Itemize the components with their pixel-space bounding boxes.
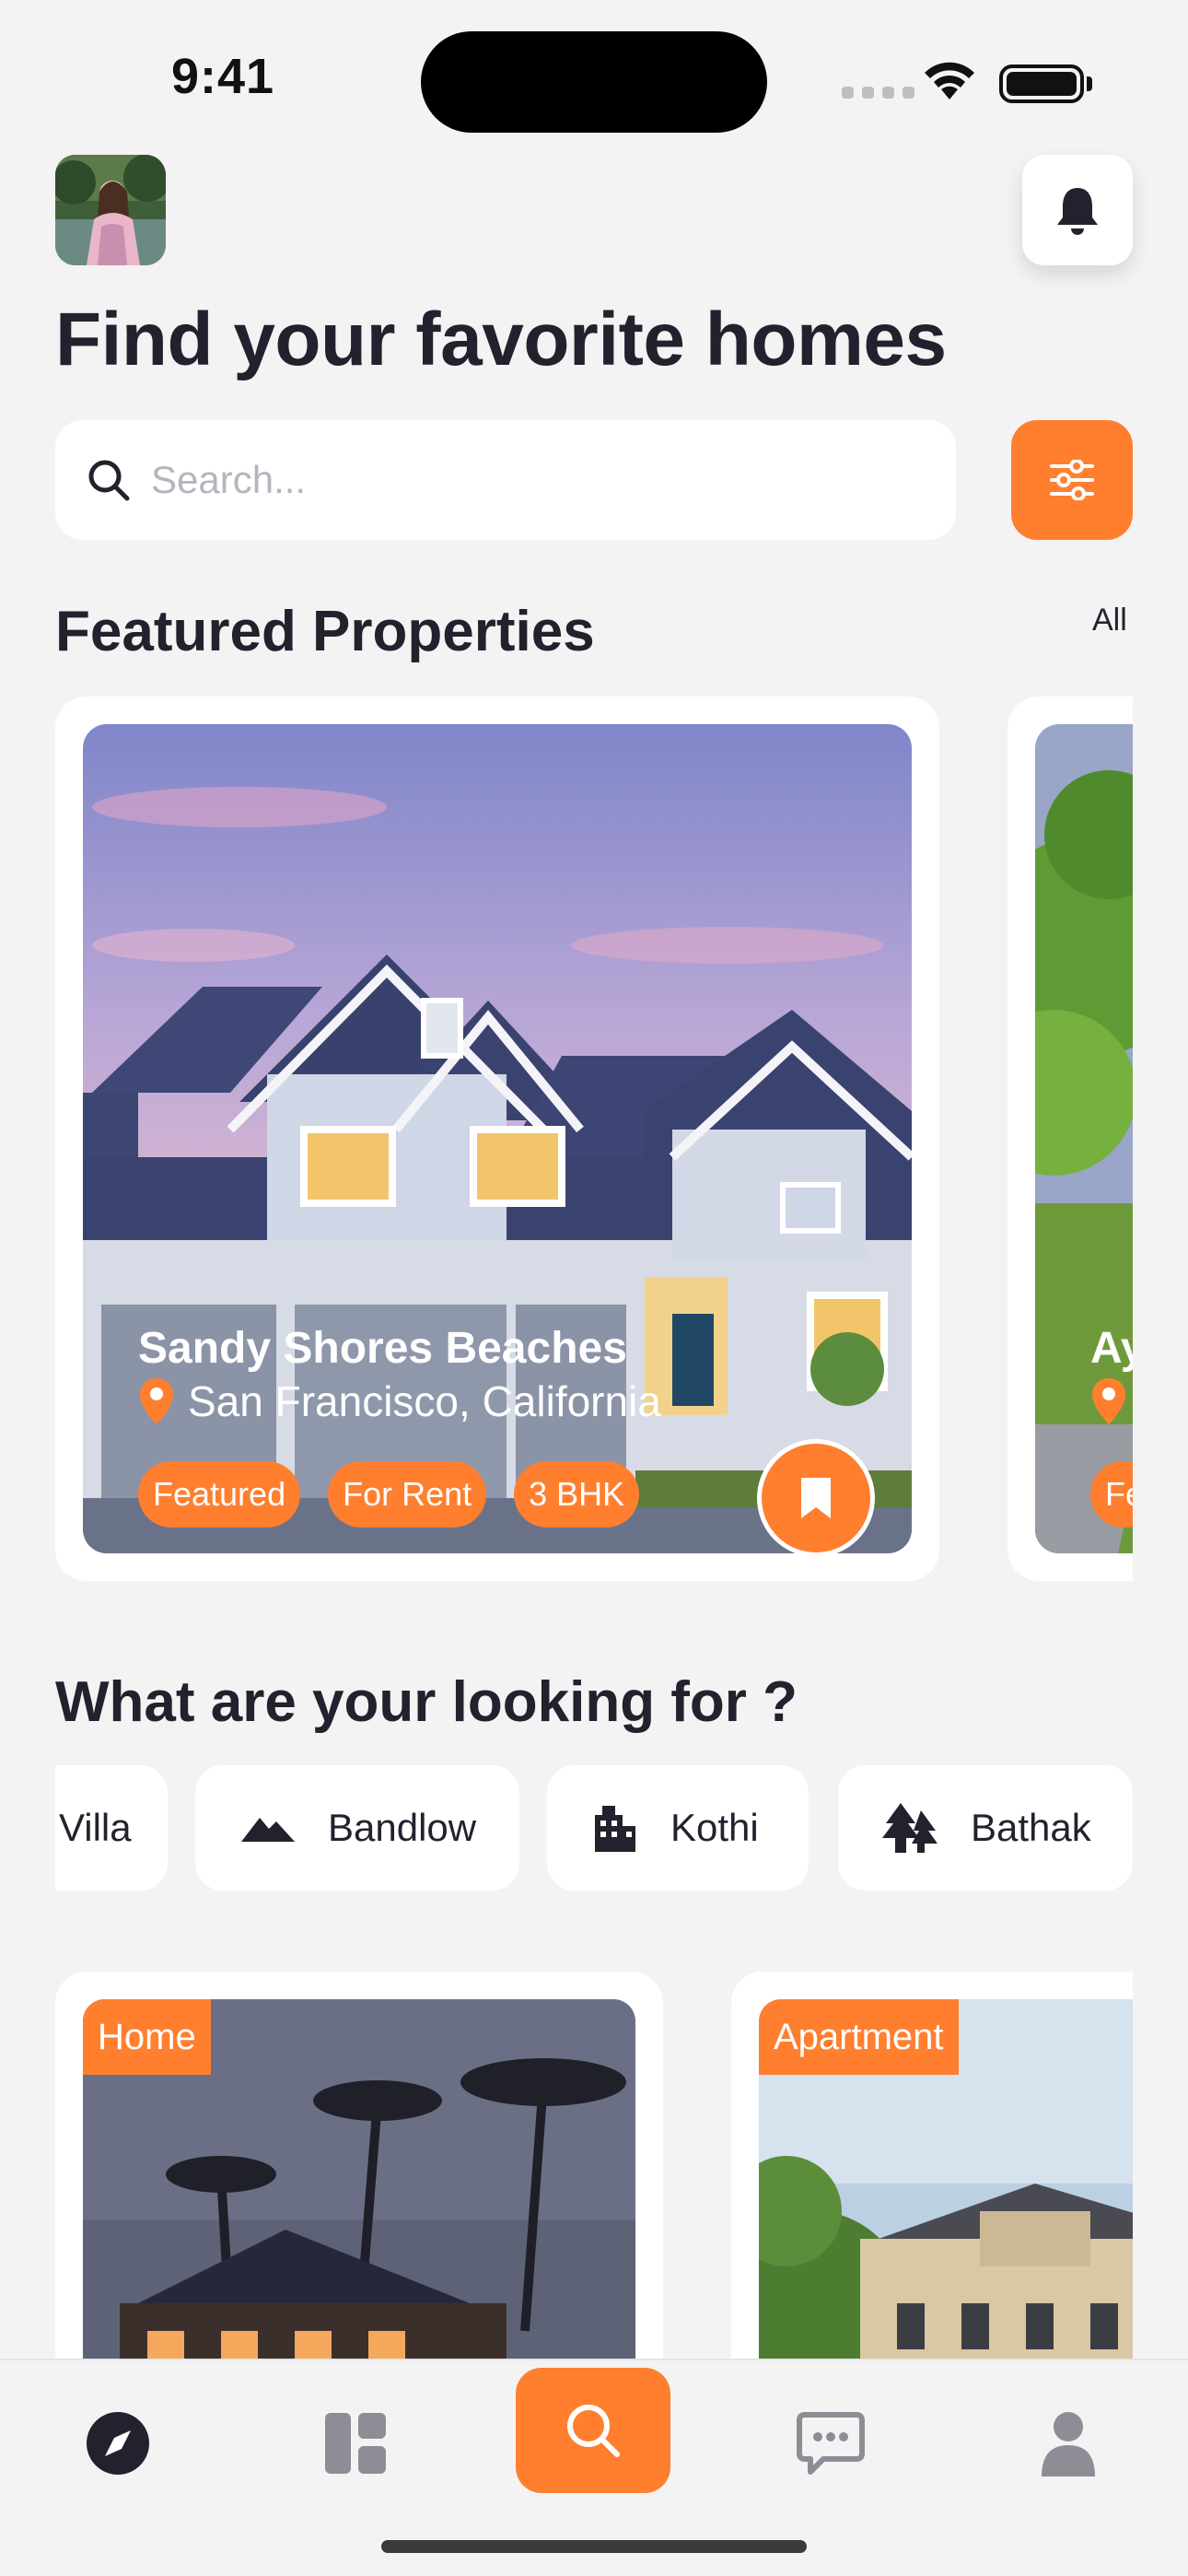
category-label: Bandlow bbox=[328, 1806, 477, 1849]
battery-icon bbox=[999, 64, 1084, 103]
featured-card[interactable]: Ay Fe bbox=[1007, 697, 1133, 1581]
wifi-icon bbox=[925, 62, 974, 100]
bookmark-button[interactable] bbox=[757, 1439, 875, 1553]
app-screen: 9:41 Find your favorite homes Search... … bbox=[0, 0, 1188, 2576]
status-time: 9:41 bbox=[171, 49, 275, 104]
cellular-signal-icon bbox=[842, 87, 914, 99]
dynamic-island bbox=[421, 31, 767, 133]
search-box[interactable] bbox=[55, 420, 956, 540]
mountain-icon bbox=[241, 1818, 295, 1842]
tag-bhk: 3 BHK bbox=[514, 1461, 640, 1528]
page-title: Find your favorite homes bbox=[55, 298, 947, 381]
type-label-apartment: Apartment bbox=[759, 1999, 959, 2075]
property-photo: Ay Fe bbox=[1035, 724, 1133, 1553]
property-tags: Featured For Rent 3 BHK bbox=[138, 1461, 640, 1528]
location-pin-icon bbox=[140, 1378, 173, 1424]
tab-dashboard[interactable] bbox=[309, 2397, 402, 2489]
featured-card[interactable]: Sandy Shores Beaches San Francisco, Cali… bbox=[55, 697, 939, 1581]
compass-icon bbox=[87, 2412, 149, 2475]
category-bandlow[interactable]: Bandlow bbox=[195, 1765, 519, 1891]
category-scroller[interactable]: Villa Bandlow Kothi Bathak bbox=[55, 1765, 1133, 1891]
profile-icon bbox=[1042, 2412, 1095, 2476]
trees-icon bbox=[882, 1803, 938, 1853]
filter-button[interactable] bbox=[1011, 420, 1133, 540]
tab-messages[interactable] bbox=[785, 2397, 877, 2489]
bookmark-icon bbox=[801, 1478, 831, 1518]
category-label: Kothi bbox=[670, 1806, 759, 1849]
search-input[interactable] bbox=[151, 458, 906, 502]
bell-icon bbox=[1057, 188, 1098, 235]
type-label-home: Home bbox=[83, 1999, 211, 2075]
tag-for-rent: For Rent bbox=[328, 1461, 487, 1528]
category-label: Bathak bbox=[971, 1806, 1091, 1849]
location-text: San Francisco, California bbox=[188, 1377, 661, 1425]
category-kothi[interactable]: Kothi bbox=[547, 1765, 809, 1891]
featured-section-title: Featured Properties bbox=[55, 600, 595, 663]
tab-search[interactable] bbox=[516, 2368, 670, 2493]
category-label: Villa bbox=[59, 1806, 132, 1849]
tab-profile[interactable] bbox=[1022, 2397, 1114, 2489]
location-pin-icon bbox=[1092, 1378, 1125, 1424]
avatar[interactable] bbox=[55, 155, 166, 265]
tag-featured: Fe bbox=[1090, 1461, 1133, 1528]
property-location bbox=[1090, 1376, 1127, 1426]
property-name: Sandy Shores Beaches bbox=[138, 1324, 627, 1373]
sliders-icon bbox=[1050, 460, 1094, 500]
building-icon bbox=[595, 1806, 635, 1852]
category-villa[interactable]: Villa bbox=[55, 1765, 168, 1891]
property-location: San Francisco, California bbox=[138, 1376, 661, 1426]
search-icon bbox=[567, 2405, 620, 2457]
tag-featured: Featured bbox=[138, 1461, 301, 1528]
see-all-link[interactable]: All bbox=[1092, 603, 1127, 638]
chat-icon bbox=[797, 2412, 865, 2475]
property-photo: Sandy Shores Beaches San Francisco, Cali… bbox=[83, 724, 912, 1553]
property-name: Ay bbox=[1090, 1324, 1133, 1373]
property-tags: Fe bbox=[1090, 1461, 1133, 1528]
category-bathak[interactable]: Bathak bbox=[838, 1765, 1133, 1891]
tab-explore[interactable] bbox=[72, 2397, 164, 2489]
search-icon bbox=[88, 460, 130, 501]
notification-button[interactable] bbox=[1022, 155, 1133, 265]
categories-section-title: What are your looking for ? bbox=[55, 1670, 798, 1734]
dashboard-icon bbox=[325, 2413, 386, 2474]
home-indicator bbox=[381, 2540, 807, 2553]
